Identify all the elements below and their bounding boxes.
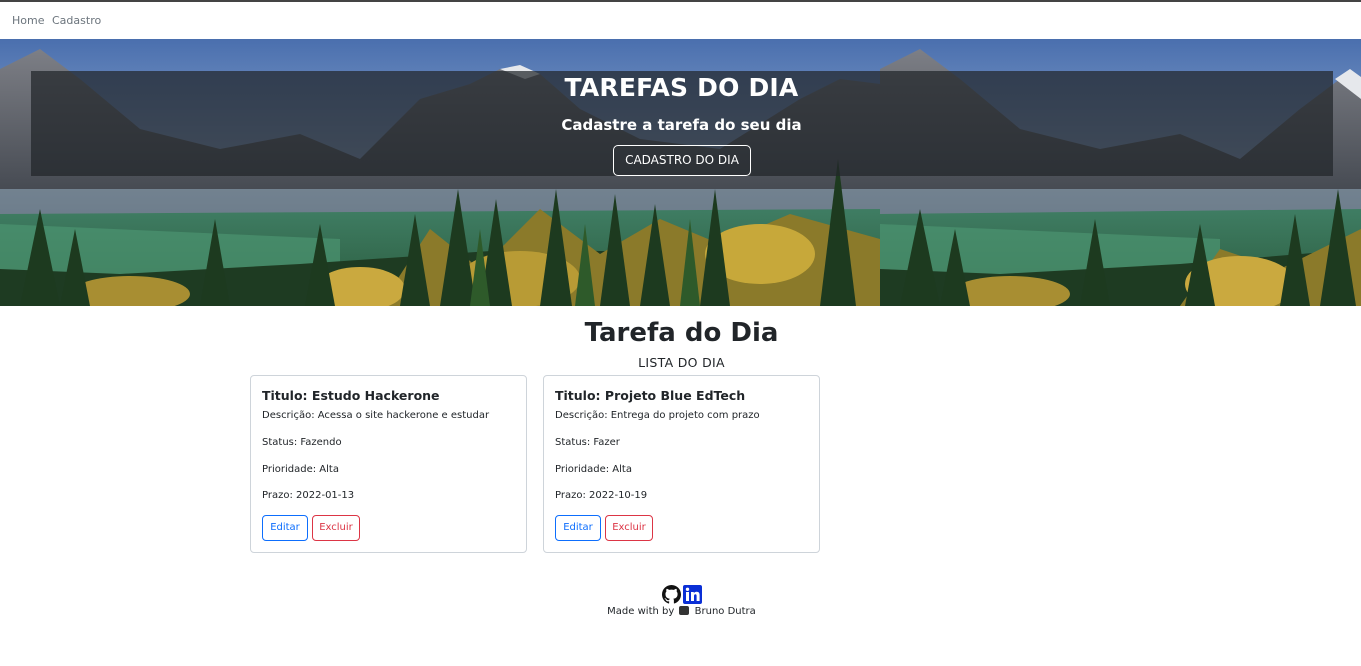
task-deadline: Prazo: 2022-01-13: [262, 490, 355, 501]
navbar: Home Cadastro: [0, 2, 1361, 39]
nav-link-cadastro[interactable]: Cadastro: [52, 14, 101, 27]
task-card: Titulo: Estudo Hackerone Descrição: Aces…: [250, 375, 527, 553]
footer-credit: Made with by Bruno Dutra: [0, 606, 1361, 617]
hero-subtitle: Cadastre a tarefa do seu dia: [561, 116, 802, 134]
task-priority: Prioridade: Alta: [262, 464, 339, 475]
task-priority: Prioridade: Alta: [555, 464, 632, 475]
task-status: Status: Fazer: [555, 437, 620, 448]
task-description: Descrição: Entrega do projeto com prazo: [555, 410, 760, 421]
nav-link-home[interactable]: Home: [12, 14, 44, 27]
edit-button[interactable]: Editar: [262, 515, 308, 541]
hero-title: TAREFAS DO DIA: [564, 73, 799, 102]
heart-icon: [679, 606, 690, 615]
task-deadline: Prazo: 2022-10-19: [555, 490, 648, 501]
list-title: LISTA DO DIA: [638, 355, 725, 370]
linkedin-icon[interactable]: [683, 585, 702, 604]
delete-button[interactable]: Excluir: [312, 515, 360, 541]
footer-author: Bruno Dutra: [694, 606, 756, 617]
task-title: Titulo: Projeto Blue EdTech: [555, 388, 746, 403]
task-description: Descrição: Acessa o site hackerone e est…: [262, 410, 490, 421]
task-title: Titulo: Estudo Hackerone: [262, 388, 440, 403]
page-title: Tarefa do Dia: [584, 318, 779, 348]
delete-button[interactable]: Excluir: [605, 515, 653, 541]
footer-made-with: Made with by: [607, 606, 675, 617]
github-icon[interactable]: [662, 585, 681, 604]
edit-button[interactable]: Editar: [555, 515, 601, 541]
cadastro-button[interactable]: CADASTRO DO DIA: [613, 145, 751, 176]
task-card: Titulo: Projeto Blue EdTech Descrição: E…: [543, 375, 820, 553]
task-status: Status: Fazendo: [262, 437, 342, 448]
